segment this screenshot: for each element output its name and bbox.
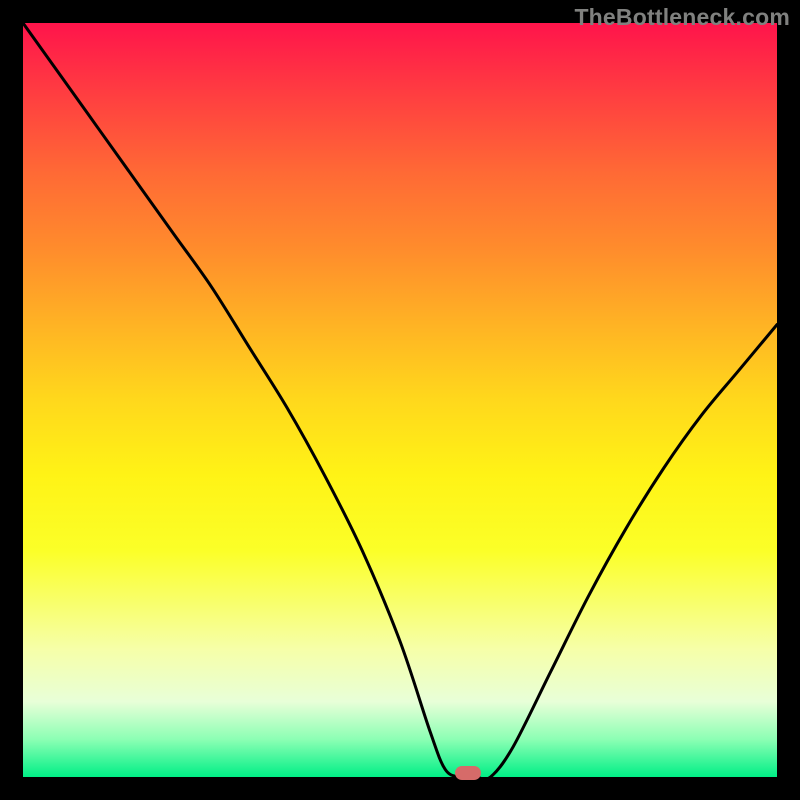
watermark-text: TheBottleneck.com	[574, 4, 790, 31]
plot-area	[23, 23, 777, 777]
min-bottleneck-marker	[455, 766, 481, 780]
curve-layer	[23, 23, 777, 777]
bottleneck-chart: TheBottleneck.com	[0, 0, 800, 800]
bottleneck-curve	[23, 23, 777, 777]
